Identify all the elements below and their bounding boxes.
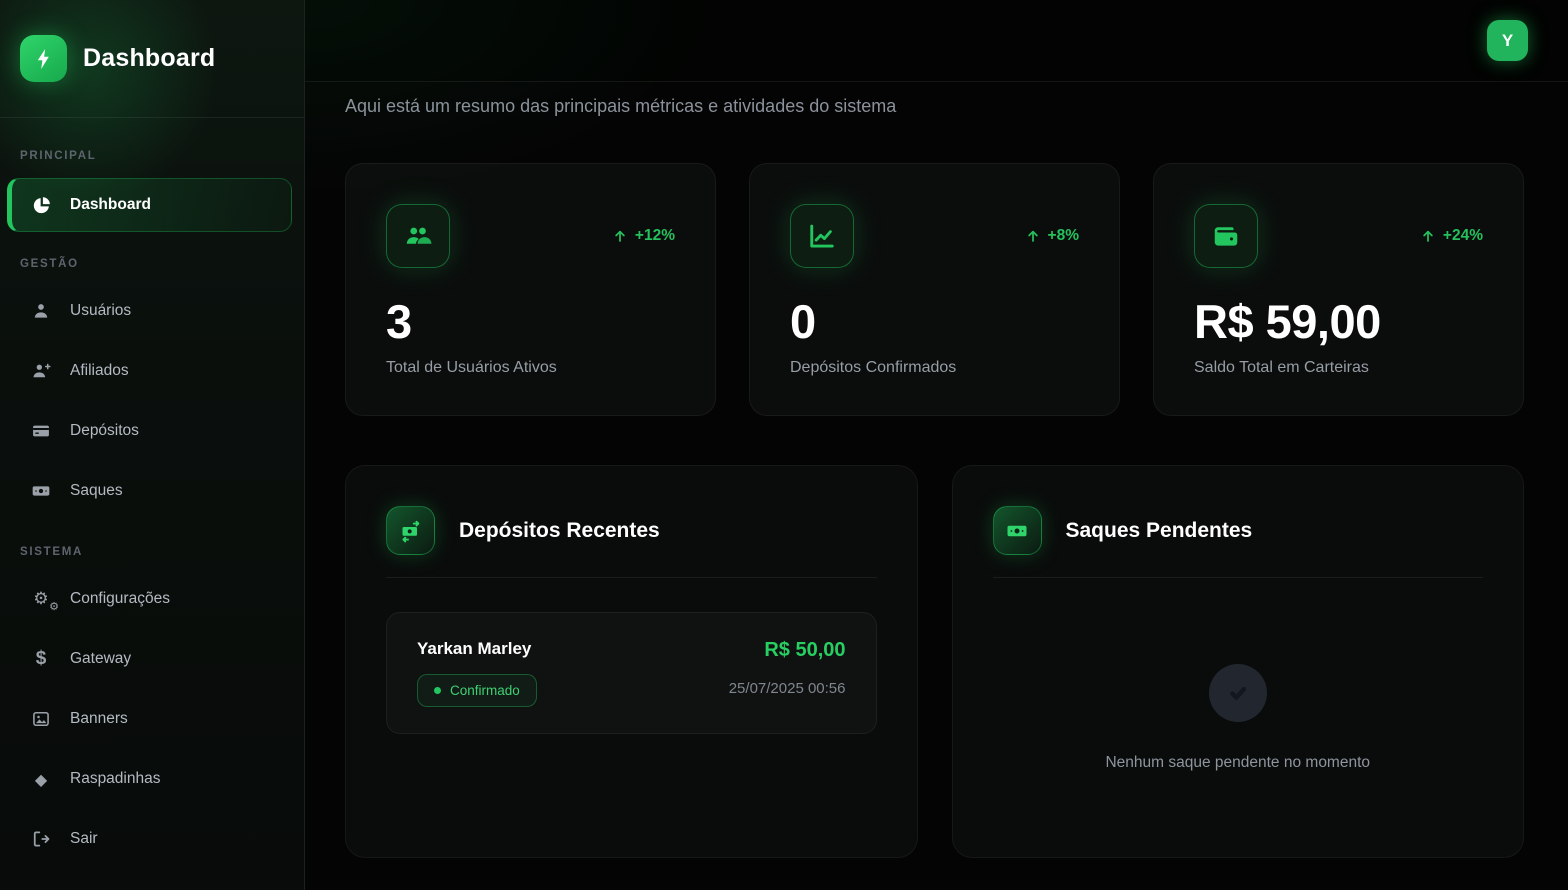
sidebar-item-label: Afiliados <box>70 362 129 380</box>
sidebar-brand: Dashboard <box>0 0 304 118</box>
sidebar-item-label: Sair <box>70 830 98 848</box>
deposit-list-item[interactable]: Yarkan Marley Confirmado R$ 50,00 25/07/… <box>386 612 877 734</box>
recent-deposits-panel: Depósitos Recentes Yarkan Marley Confirm… <box>345 465 918 858</box>
sidebar-item-label: Banners <box>70 710 128 728</box>
sidebar-item-usuarios[interactable]: Usuários <box>12 286 292 336</box>
sidebar-item-depositos[interactable]: Depósitos <box>12 406 292 456</box>
sidebar-item-afiliados[interactable]: Afiliados <box>12 346 292 396</box>
sidebar-item-label: Configurações <box>70 590 170 608</box>
sidebar-item-dashboard[interactable]: Dashboard <box>7 178 292 232</box>
sidebar-item-label: Depósitos <box>70 422 139 440</box>
status-badge: Confirmado <box>417 674 537 707</box>
stat-value: 0 <box>790 294 1079 349</box>
app-logo <box>20 35 67 82</box>
content: Aqui está um resumo das principais métri… <box>305 82 1568 858</box>
sidebar-item-saques[interactable]: Saques <box>12 466 292 516</box>
stat-label: Depósitos Confirmados <box>790 359 1079 377</box>
user-avatar[interactable]: Y <box>1487 20 1528 61</box>
stat-label: Total de Usuários Ativos <box>386 359 675 377</box>
stat-card-active-users: +12% 3 Total de Usuários Ativos <box>345 163 716 416</box>
section-label-sistema: SISTEMA <box>12 546 292 558</box>
dollar-icon: $ <box>30 648 52 670</box>
sidebar-item-banners[interactable]: Banners <box>12 694 292 744</box>
diamond-icon: ◆ <box>30 770 52 789</box>
arrow-up-icon <box>612 228 628 244</box>
sidebar: Dashboard PRINCIPAL Dashboard GESTÃO Usu… <box>0 0 305 890</box>
topbar: Y <box>305 0 1568 82</box>
panel-title: Depósitos Recentes <box>459 519 660 543</box>
divider <box>386 577 877 578</box>
money-transfer-icon <box>386 506 435 555</box>
deposit-user-name: Yarkan Marley <box>417 639 531 659</box>
banknote-icon <box>30 481 52 501</box>
status-label: Confirmado <box>450 683 520 698</box>
section-label-gestao: GESTÃO <box>12 258 292 270</box>
arrow-up-icon <box>1025 228 1041 244</box>
deposit-datetime: 25/07/2025 00:56 <box>729 680 846 697</box>
delta-badge: +8% <box>1025 227 1079 245</box>
stat-card-wallet-balance: +24% R$ 59,00 Saldo Total em Carteiras <box>1153 163 1524 416</box>
brand-title: Dashboard <box>83 44 215 73</box>
stats-row: +12% 3 Total de Usuários Ativos <box>345 163 1524 416</box>
user-icon <box>30 301 52 321</box>
users-group-icon <box>386 204 450 268</box>
page-subtitle: Aqui está um resumo das principais métri… <box>345 96 1524 117</box>
sidebar-item-label: Saques <box>70 482 123 500</box>
pending-withdrawals-panel: Saques Pendentes Nenhum saque pendente n… <box>952 465 1525 858</box>
delta-value: +12% <box>635 227 675 245</box>
arrow-up-icon <box>1420 228 1436 244</box>
main-area: Y Aqui está um resumo das principais mét… <box>305 0 1568 890</box>
dashboard-app: Dashboard PRINCIPAL Dashboard GESTÃO Usu… <box>0 0 1568 890</box>
sidebar-item-label: Dashboard <box>70 196 151 214</box>
wallet-icon <box>1194 204 1258 268</box>
panels-row: Depósitos Recentes Yarkan Marley Confirm… <box>345 465 1524 858</box>
image-icon <box>30 709 52 729</box>
sidebar-item-label: Gateway <box>70 650 131 668</box>
sidebar-item-label: Usuários <box>70 302 131 320</box>
sidebar-item-sair[interactable]: Sair <box>12 814 292 864</box>
lightning-icon <box>32 47 56 71</box>
chart-line-icon <box>790 204 854 268</box>
gears-icon: ⚙⚙ <box>30 591 52 608</box>
credit-card-icon <box>30 421 52 441</box>
delta-badge: +12% <box>612 227 675 245</box>
sidebar-nav: PRINCIPAL Dashboard GESTÃO Usuários Afil… <box>0 118 304 864</box>
sidebar-item-raspadinhas[interactable]: ◆ Raspadinhas <box>12 754 292 804</box>
delta-value: +8% <box>1048 227 1079 245</box>
stat-value: 3 <box>386 294 675 349</box>
sidebar-item-gateway[interactable]: $ Gateway <box>12 634 292 684</box>
stat-card-confirmed-deposits: +8% 0 Depósitos Confirmados <box>749 163 1120 416</box>
sidebar-item-configuracoes[interactable]: ⚙⚙ Configurações <box>12 574 292 624</box>
panel-title: Saques Pendentes <box>1066 519 1253 543</box>
delta-badge: +24% <box>1420 227 1483 245</box>
deposit-amount: R$ 50,00 <box>764 639 845 662</box>
pie-chart-icon <box>30 195 52 216</box>
stat-value: R$ 59,00 <box>1194 294 1483 349</box>
logout-icon <box>30 829 52 849</box>
status-dot-icon <box>434 687 441 694</box>
empty-state: Nenhum saque pendente no momento <box>993 578 1484 772</box>
sidebar-item-label: Raspadinhas <box>70 770 160 788</box>
user-plus-icon <box>30 361 52 381</box>
check-circle-icon <box>1209 664 1267 722</box>
stat-label: Saldo Total em Carteiras <box>1194 359 1483 377</box>
section-label-principal: PRINCIPAL <box>12 150 292 162</box>
banknote-icon <box>993 506 1042 555</box>
empty-message: Nenhum saque pendente no momento <box>1105 754 1370 772</box>
delta-value: +24% <box>1443 227 1483 245</box>
